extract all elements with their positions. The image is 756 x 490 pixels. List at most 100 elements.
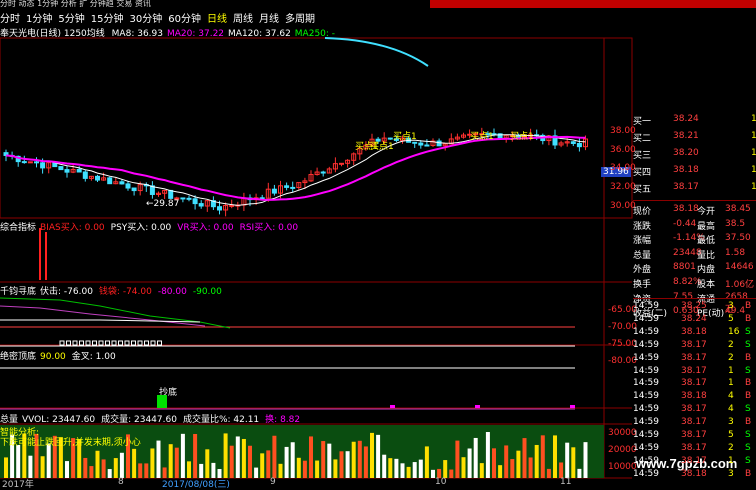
tick-time: 14:59 [633,404,659,415]
volume-bar [4,457,8,478]
tick-time: 14:59 [633,313,659,324]
tick-side: S [745,442,751,453]
volume-bar [388,458,393,478]
tick-row: 14:59 38.17 2 S [633,340,756,352]
candle-body [339,162,344,165]
bid-volume: 1 [751,148,756,158]
tick-price: 38.17 [681,352,707,363]
tick-side: S [745,455,751,466]
candle-body [95,175,100,181]
ma-line [5,135,586,201]
stat-row: 现价 38.18 今开 38.45 [633,204,756,218]
stat-label: 股本 [697,280,716,290]
volume-bar [315,460,320,478]
candle-body [198,203,204,207]
tick-time: 14:59 [633,378,659,389]
volume-bar [363,446,368,478]
date-axis-label: 10 [435,477,447,487]
volume-bar [376,434,381,478]
indicator-value: 90.00 [40,352,66,362]
volume-bar [345,451,350,478]
price-axis-label: 32.00 [610,182,636,193]
stat-row: 换手 8.82% 股本 1.06亿 [633,277,756,291]
tick-volume: 2 [728,442,734,453]
stat-label: 换手 [633,280,652,290]
indicator-line [0,319,201,323]
stat-value: 38.45 [725,204,751,214]
volume-bar [479,463,484,478]
signal-box [59,340,65,346]
volume-mark [570,405,575,408]
chaodi-signal [157,395,167,408]
volume-bar [168,444,173,478]
indicator-value: 换: 8.82 [265,415,301,425]
volume-mark [475,405,480,408]
volume-bar [46,443,51,478]
volume-bar [95,450,100,478]
tick-price: 38.24 [681,313,707,324]
volume-bar [461,457,466,478]
volume-bar [241,438,246,478]
volume-bar [516,450,521,478]
price-chart[interactable] [3,37,588,217]
volume-bar [65,461,69,478]
volume-bar [248,445,252,478]
indicator-name: 千钧寻底 [0,287,37,297]
volume-bar [370,432,374,478]
tick-row: 14:59 38.25 3 B [633,301,756,313]
candle-body [180,197,186,200]
volume-bar [266,450,271,478]
candle-body [64,169,70,173]
candle-body [192,198,198,205]
buy-point-mark: 买点1 [470,132,494,142]
tick-row: 14:59 38.17 1 B [633,378,756,390]
indicator-name: 总量 [0,415,19,425]
volume-bar [406,466,411,478]
volume-bar [205,449,210,478]
volume-bar [498,465,503,478]
tick-volume: 16 [728,326,740,337]
candle-body [34,161,39,164]
volume-bar [193,433,198,478]
volume-bar [260,453,265,478]
candle-body [125,183,131,189]
tick-time: 14:59 [633,442,659,453]
indicator-value: PSY买入: 0.00 [110,223,172,233]
candle-body [131,187,137,192]
indicator-line [0,297,231,329]
tick-volume: 2 [728,352,734,363]
tick-time: 14:59 [633,365,659,376]
bid-volume: 1 [751,131,756,141]
volume-bar [107,469,112,478]
indicator-value: -80.00 [157,287,187,297]
candle-body [290,186,296,189]
date-axis-label: 9 [270,477,276,487]
volume-bar [113,458,118,478]
volume-bar [504,445,509,478]
volume-bar [327,443,332,478]
signal-box [85,340,91,346]
stat-label: 总量 [633,250,652,261]
candle-body [320,171,326,174]
tick-volume: 3 [728,301,734,311]
volume-bar [199,463,204,478]
tick-row: 14:59 38.17 5 S [633,430,756,442]
volume-bar [83,457,88,478]
volume-bar [296,457,301,478]
tick-row: 14:59 38.18 4 B [633,391,756,403]
tick-side: B [745,313,752,324]
tick-side: B [745,301,752,311]
volume-bar [492,448,496,478]
tick-side: S [745,339,751,350]
signal-box [98,340,104,346]
tick-time: 14:59 [633,468,659,479]
tick-row: 14:59 38.17 1 S [633,366,756,378]
indicator-name: 综合指标 [0,223,37,233]
tick-time: 14:59 [633,455,659,466]
stat-label: 涨幅 [633,236,652,247]
signal-box [72,340,78,346]
bid-label: 买四 [633,168,652,178]
indicator-name: 绝密顶底 [0,352,37,362]
volume-bar [571,447,576,478]
volume-bar [510,459,515,478]
